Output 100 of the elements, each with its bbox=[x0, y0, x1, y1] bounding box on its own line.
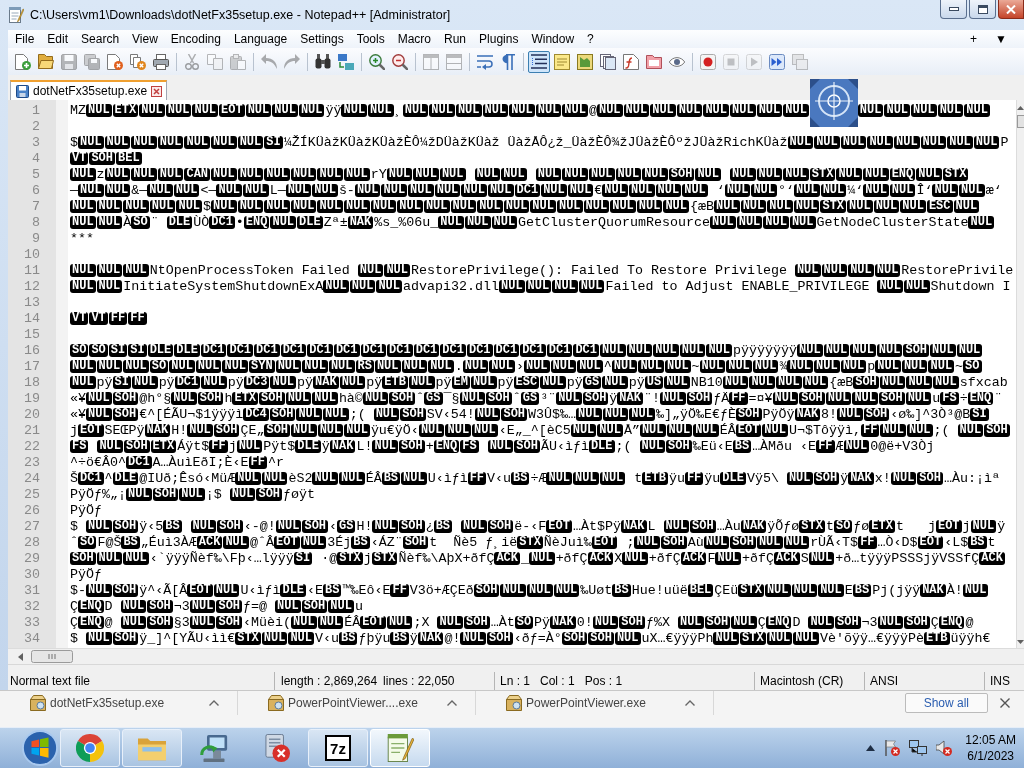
menu-extra-button[interactable]: ▼ bbox=[992, 32, 1010, 46]
scrollbar-thumb[interactable] bbox=[1017, 115, 1024, 128]
menu-item[interactable]: Language bbox=[226, 32, 294, 46]
windows-stack-icon bbox=[792, 53, 808, 70]
binoculars-icon bbox=[315, 54, 331, 69]
control-char-badge: NUL bbox=[376, 280, 402, 293]
horizontal-scrollbar[interactable] bbox=[8, 648, 1024, 664]
control-char-badge: NAK bbox=[920, 584, 946, 597]
menu-item[interactable]: Tools bbox=[349, 32, 391, 46]
control-char-badge: NUL bbox=[602, 376, 628, 389]
code-text: ‹`ÿÿÿÑèf‰\Fþ‹…lÿÿÿ bbox=[149, 551, 294, 566]
menu-item[interactable]: Run bbox=[437, 32, 473, 46]
control-char-badge: SOH bbox=[147, 600, 173, 613]
menu-item[interactable]: Window bbox=[524, 32, 581, 46]
control-char-badge: SOH bbox=[152, 488, 179, 501]
control-char-badge: NUL bbox=[173, 184, 200, 197]
taskbar-button[interactable] bbox=[60, 729, 120, 767]
control-char-badge: DLE bbox=[166, 216, 193, 229]
close-icon[interactable] bbox=[151, 85, 163, 97]
control-char-badge: FS bbox=[940, 392, 959, 405]
control-char-badge: NUL bbox=[729, 168, 756, 181]
menu-item[interactable]: View bbox=[125, 32, 164, 46]
taskbar-button[interactable]: 7z bbox=[308, 729, 368, 767]
flag-icon[interactable] bbox=[884, 740, 901, 756]
scrollbar-thumb[interactable] bbox=[31, 650, 73, 663]
code-text: ~ bbox=[955, 359, 964, 374]
control-char-badge: NUL bbox=[264, 168, 290, 181]
control-char-badge: NUL bbox=[339, 472, 365, 485]
control-char-badge: NUL bbox=[70, 200, 96, 213]
control-char-badge: NUL bbox=[576, 408, 602, 421]
control-char-badge: SOH bbox=[903, 344, 930, 357]
control-char-badge: NUL bbox=[285, 392, 312, 405]
control-char-badge: NUL bbox=[501, 168, 527, 181]
menu-extra-button[interactable]: + bbox=[967, 32, 981, 46]
control-char-badge: NUL bbox=[573, 472, 599, 485]
menu-item[interactable]: File bbox=[8, 32, 41, 46]
up-arrow-icon[interactable] bbox=[1017, 106, 1024, 110]
control-char-badge: NUL bbox=[323, 408, 349, 421]
close-button[interactable] bbox=[998, 0, 1024, 19]
menu-item[interactable]: Plugins bbox=[472, 32, 525, 46]
clock-date[interactable]: 6/1/2023 bbox=[967, 748, 1014, 764]
control-char-badge: NUL bbox=[863, 168, 889, 181]
code-text: H! bbox=[171, 423, 188, 438]
code-text: InitiateSystemShutdownExA bbox=[123, 279, 324, 294]
clock-time[interactable]: 12:05 AM bbox=[965, 732, 1016, 748]
menu-item[interactable]: Settings bbox=[293, 32, 350, 46]
menu-item[interactable]: ? bbox=[580, 32, 600, 46]
control-char-badge: NUL bbox=[86, 520, 112, 533]
vertical-scrollbar[interactable] bbox=[1016, 100, 1024, 648]
code-text: „Éuì3ÀÆ bbox=[140, 535, 197, 550]
menu-item[interactable]: Edit bbox=[40, 32, 75, 46]
code-text: NB10 bbox=[690, 375, 723, 390]
down-arrow-icon[interactable] bbox=[1017, 640, 1024, 644]
menu-item[interactable]: Encoding bbox=[163, 32, 227, 46]
menu-item[interactable]: Macro bbox=[390, 32, 437, 46]
control-char-badge: ETB bbox=[382, 376, 408, 389]
code-text: hà© bbox=[338, 391, 363, 406]
control-char-badge: NUL bbox=[438, 216, 464, 229]
menu-item[interactable]: Search bbox=[74, 32, 126, 46]
code-text: SV‹54! bbox=[426, 407, 475, 422]
control-char-badge: NUL bbox=[235, 472, 261, 485]
download-item[interactable]: dotNetFx35setup.exe bbox=[0, 691, 238, 715]
left-arrow-icon[interactable] bbox=[18, 652, 23, 661]
start-orb-icon[interactable] bbox=[22, 730, 58, 766]
download-item[interactable]: PowerPointViewer....exe bbox=[238, 691, 476, 715]
control-char-badge: SOH bbox=[264, 424, 291, 437]
control-char-badge: NUL bbox=[562, 104, 588, 117]
speaker-muted-icon[interactable] bbox=[936, 740, 953, 756]
control-char-badge: NUL bbox=[372, 440, 399, 453]
control-char-badge: NUL bbox=[840, 136, 867, 149]
download-item[interactable]: PowerPointViewer.exe bbox=[476, 691, 714, 715]
code-text: {æB bbox=[690, 199, 714, 214]
control-char-badge: NUL bbox=[664, 376, 690, 389]
close-icon[interactable] bbox=[1000, 698, 1010, 708]
code-text: . bbox=[454, 359, 463, 374]
copy-icon bbox=[207, 53, 223, 70]
code-text: 0@ë+V3Òj bbox=[870, 439, 935, 454]
control-char-badge: BS bbox=[852, 584, 872, 597]
control-char-badge: NUL bbox=[884, 104, 911, 117]
code-text: Ç bbox=[930, 615, 939, 630]
code-text: t bbox=[633, 471, 643, 486]
maximize-button[interactable] bbox=[969, 0, 996, 19]
control-char-badge: NUL bbox=[877, 616, 904, 629]
code-text: @IUð;Êsó‹MüÆ bbox=[139, 471, 236, 486]
show-all-button[interactable]: Show all bbox=[904, 693, 988, 713]
control-char-badge: SOH bbox=[588, 632, 614, 645]
file-tab[interactable]: dotNetFx35setup.exe bbox=[10, 80, 168, 100]
code-text: RestorePrivile bbox=[901, 263, 1014, 278]
crosshair-icon[interactable] bbox=[809, 79, 858, 127]
minimize-button[interactable] bbox=[940, 0, 967, 19]
control-char-badge: FF bbox=[467, 472, 487, 485]
code-text: P bbox=[1000, 135, 1009, 150]
code-text: °‘ bbox=[778, 183, 794, 198]
line-number: 18 bbox=[23, 375, 40, 391]
triangle-up-icon[interactable] bbox=[866, 745, 876, 751]
code-text: ·@ bbox=[320, 551, 338, 566]
control-char-badge: NUL bbox=[450, 200, 477, 213]
network-icon[interactable] bbox=[909, 740, 928, 756]
toolbar-button[interactable] bbox=[528, 50, 550, 73]
control-char-badge: DC1 bbox=[174, 376, 201, 389]
